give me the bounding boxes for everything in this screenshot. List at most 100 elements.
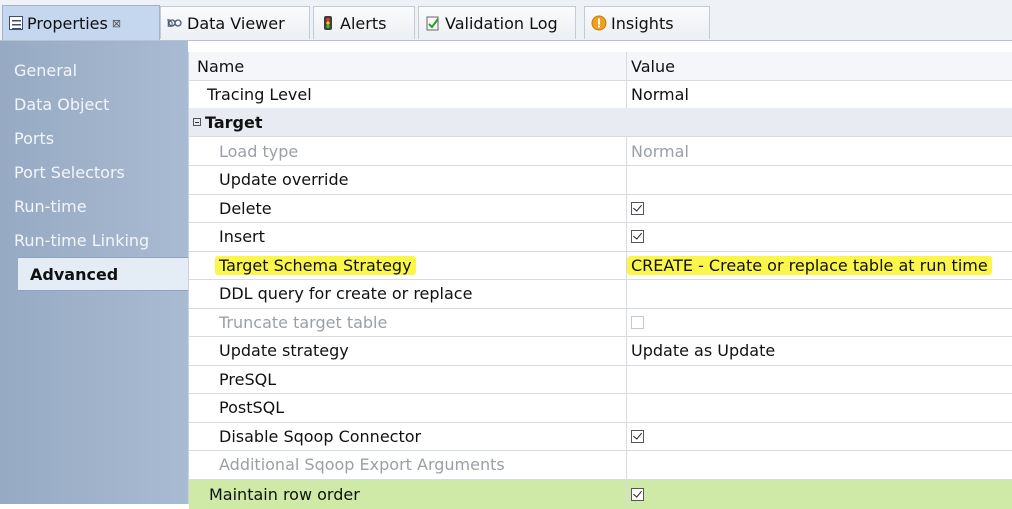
property-value[interactable] xyxy=(626,194,1012,222)
sidebar-item-label: Data Object xyxy=(14,94,110,114)
view-tab-bar: Properties ⊠ ᵬ Data Viewer Alerts Valida… xyxy=(0,0,1012,41)
property-name: Tracing Level xyxy=(207,84,312,104)
close-icon[interactable]: ⊠ xyxy=(112,17,121,30)
sidebar-item-run-time-linking[interactable]: Run-time Linking xyxy=(0,223,188,257)
properties-sidebar: General Data Object Ports Port Selectors… xyxy=(0,41,188,504)
property-name: DDL query for create or replace xyxy=(189,280,625,308)
tab-alerts[interactable]: Alerts xyxy=(313,6,415,39)
value-column-header[interactable]: Value xyxy=(626,52,1012,80)
tab-insights[interactable]: Insights xyxy=(584,6,710,39)
tab-insights-label: Insights xyxy=(611,13,674,33)
sidebar-item-label: Advanced xyxy=(30,264,119,284)
property-value-text: CREATE - Create or replace table at run … xyxy=(627,255,992,275)
property-name: Load type xyxy=(189,137,625,165)
table-row[interactable]: Insert xyxy=(189,222,1012,252)
table-row[interactable]: Truncate target table xyxy=(189,308,1012,337)
checkbox[interactable] xyxy=(631,487,644,501)
property-name: Delete xyxy=(189,194,625,222)
property-value: Normal xyxy=(626,137,1012,165)
property-value[interactable] xyxy=(626,222,1012,251)
table-row[interactable]: DDL query for create or replace xyxy=(189,279,1012,309)
checkbox[interactable] xyxy=(631,429,644,443)
sidebar-item-label: General xyxy=(14,60,78,80)
property-value[interactable] xyxy=(626,279,1012,308)
table-row[interactable]: Update override xyxy=(189,165,1012,195)
property-value xyxy=(626,450,1012,479)
table-row-maintain-row-order[interactable]: Maintain row order xyxy=(189,480,1012,509)
property-name: Disable Sqoop Connector xyxy=(189,422,625,450)
property-name-label: Load type xyxy=(219,141,299,161)
property-name-label: Update override xyxy=(219,170,349,189)
group-label: Target xyxy=(205,112,263,132)
property-name: Target Schema Strategy xyxy=(189,251,625,279)
property-value[interactable] xyxy=(626,365,1012,393)
sidebar-item-run-time[interactable]: Run-time xyxy=(0,189,188,223)
sidebar-item-label: Run-time xyxy=(14,196,87,216)
table-row[interactable]: PreSQL xyxy=(189,365,1012,394)
property-name-label: Additional Sqoop Export Arguments xyxy=(219,455,505,474)
tab-properties-label: Properties xyxy=(27,13,108,33)
property-value[interactable]: Normal xyxy=(626,80,1012,108)
property-name: Insert xyxy=(189,223,625,251)
property-grid: Name Value Tracing Level Normal Target L… xyxy=(188,52,1012,509)
collapse-icon[interactable] xyxy=(193,118,201,126)
group-row-target[interactable]: Target xyxy=(189,108,1012,137)
tab-data-viewer-label: Data Viewer xyxy=(187,13,285,33)
sidebar-item-general[interactable]: General xyxy=(0,53,188,87)
group-value xyxy=(626,108,1012,136)
sidebar-item-data-object[interactable]: Data Object xyxy=(0,87,188,121)
property-value[interactable]: Update as Update xyxy=(626,336,1012,365)
table-row[interactable]: Load type Normal xyxy=(189,137,1012,166)
validation-log-icon xyxy=(425,15,441,31)
sidebar-item-label: Port Selectors xyxy=(14,162,125,182)
property-name-label: Target Schema Strategy xyxy=(215,255,416,275)
table-row[interactable]: Disable Sqoop Connector xyxy=(189,422,1012,451)
svg-text:ᵬ: ᵬ xyxy=(167,17,173,30)
tab-properties[interactable]: Properties ⊠ xyxy=(2,5,160,40)
property-name-label: Truncate target table xyxy=(219,312,388,332)
property-name: Additional Sqoop Export Arguments xyxy=(189,451,625,479)
property-name: PostSQL xyxy=(189,394,625,422)
sidebar-item-port-selectors[interactable]: Port Selectors xyxy=(0,155,188,189)
property-value xyxy=(626,308,1012,336)
table-row[interactable]: Update strategy Update as Update xyxy=(189,336,1012,366)
sidebar-item-label: Run-time Linking xyxy=(14,230,150,250)
property-name-label: Disable Sqoop Connector xyxy=(219,426,422,446)
property-value[interactable] xyxy=(626,393,1012,422)
tab-data-viewer[interactable]: ᵬ Data Viewer xyxy=(160,6,310,39)
checkbox xyxy=(631,315,644,329)
table-row[interactable]: Additional Sqoop Export Arguments xyxy=(189,450,1012,480)
property-name: PreSQL xyxy=(189,365,625,393)
sidebar-item-label: Ports xyxy=(14,128,55,148)
checkbox[interactable] xyxy=(631,201,644,215)
group-name: Target xyxy=(189,108,629,136)
property-name-label: Update strategy xyxy=(219,341,349,360)
property-value-text: Normal xyxy=(631,141,689,161)
checkbox[interactable] xyxy=(631,230,644,243)
tab-validation-log[interactable]: Validation Log xyxy=(418,6,576,39)
property-name: Truncate target table xyxy=(189,308,625,336)
grid-header-row: Name Value xyxy=(189,52,1012,81)
name-column-header[interactable]: Name xyxy=(189,52,633,80)
table-row[interactable]: PostSQL xyxy=(189,393,1012,423)
property-name-label: PostSQL xyxy=(219,398,285,417)
tab-alerts-label: Alerts xyxy=(340,13,387,33)
table-row-tracing-level[interactable]: Tracing Level Normal xyxy=(189,80,1012,109)
property-name-label: PreSQL xyxy=(219,369,277,389)
insights-icon xyxy=(591,15,607,31)
property-value-text: Update as Update xyxy=(631,341,776,360)
tab-validation-log-label: Validation Log xyxy=(445,13,558,33)
data-viewer-icon: ᵬ xyxy=(166,15,183,31)
property-name-label: DDL query for create or replace xyxy=(219,284,473,303)
sidebar-item-advanced[interactable]: Advanced xyxy=(18,257,188,291)
property-name-label: Insert xyxy=(219,227,265,246)
property-name-label: Delete xyxy=(219,198,272,218)
table-row[interactable]: Delete xyxy=(189,194,1012,223)
property-name: Update strategy xyxy=(189,337,625,365)
property-value[interactable]: CREATE - Create or replace table at run … xyxy=(626,251,1012,279)
properties-icon xyxy=(9,16,23,30)
property-value[interactable] xyxy=(626,165,1012,194)
table-row[interactable]: Target Schema Strategy CREATE - Create or… xyxy=(189,251,1012,280)
property-value[interactable] xyxy=(626,422,1012,450)
sidebar-item-ports[interactable]: Ports xyxy=(0,121,188,155)
